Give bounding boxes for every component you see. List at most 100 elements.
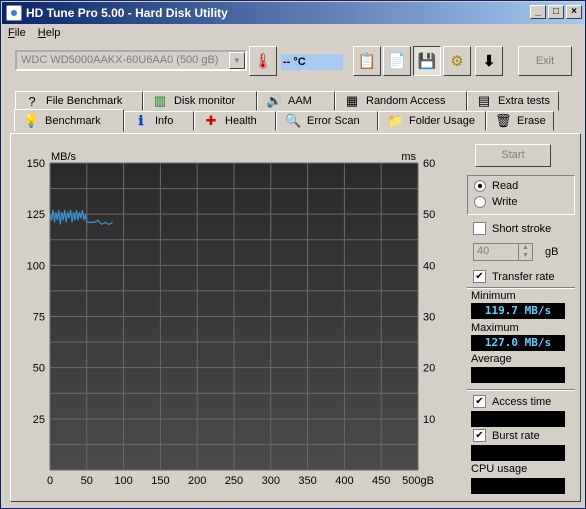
average-label: Average <box>471 353 512 365</box>
write-radio[interactable]: Write <box>474 196 517 208</box>
temperature-readout: -- °C <box>281 54 343 70</box>
maximize-button[interactable]: □ <box>548 5 564 19</box>
tab-label: Extra tests <box>498 95 550 107</box>
tab-row-bottom: 💡 Benchmark ℹ Info ✚ Health 🔍 Error Scan… <box>14 109 554 132</box>
info-icon: ℹ <box>138 113 144 128</box>
y-tick-label: 100 <box>27 260 45 272</box>
disk-monitor-icon: ▥ <box>153 93 167 108</box>
tab-file-benchmark[interactable]: ? File Benchmark <box>15 91 143 111</box>
mode-group: Read Write <box>467 175 575 215</box>
save-button[interactable]: 💾 <box>413 46 441 76</box>
close-button[interactable]: × <box>566 5 582 19</box>
access-time-label: Access time <box>492 395 552 408</box>
window-title: HD Tune Pro 5.00 - Hard Disk Utility <box>26 6 228 20</box>
toolbar: WDC WD5000AAKX-60U6AA0 (500 gB) ▼ 🌡 -- °… <box>9 46 577 78</box>
checkbox-box <box>473 222 486 235</box>
copy-info-button[interactable]: 📋 <box>353 46 381 76</box>
access-time-value <box>471 411 565 427</box>
tab-label: AAM <box>288 95 312 107</box>
transfer-rate-label: Transfer rate <box>492 270 555 283</box>
short-stroke-checkbox[interactable]: Short stroke <box>473 222 551 235</box>
trash-icon: 🗑 <box>495 113 512 128</box>
file-benchmark-icon: ? <box>28 93 36 109</box>
maximum-value: 127.0 MB/s <box>471 335 565 351</box>
floppy-disk-icon: 💾 <box>417 53 437 70</box>
radio-indicator <box>474 180 486 192</box>
y2-tick-label: 50 <box>423 209 435 221</box>
app-icon <box>6 5 22 21</box>
tab-label: Health <box>225 115 257 127</box>
x-tick-label: 300 <box>262 475 280 487</box>
y-tick-label: 75 <box>33 312 45 324</box>
stroke-unit-label: gB <box>545 246 559 258</box>
tab-info[interactable]: ℹ Info <box>124 111 194 131</box>
lightbulb-icon: 💡 <box>23 112 40 128</box>
temperature-button[interactable]: 🌡 <box>249 46 277 76</box>
tab-error-scan[interactable]: 🔍 Error Scan <box>276 111 378 131</box>
copy-screenshot-button[interactable]: 📄 <box>383 46 411 76</box>
checkmark-icon: ✔ <box>473 429 486 442</box>
magnifier-icon: 🔍 <box>285 113 302 128</box>
benchmark-controls: Start Read Write Short stroke 40 ▲ ▼ gB ✔… <box>467 141 575 497</box>
burst-rate-label: Burst rate <box>492 429 540 442</box>
stepper-arrows-icon[interactable]: ▲ ▼ <box>518 244 532 260</box>
start-button[interactable]: Start <box>475 144 551 167</box>
tab-benchmark[interactable]: 💡 Benchmark <box>14 109 124 132</box>
transfer-rate-checkbox[interactable]: ✔ Transfer rate <box>473 270 555 283</box>
x-tick-label: 150 <box>151 475 169 487</box>
menu-bar: File Help <box>2 24 584 42</box>
health-cross-icon: ✚ <box>205 113 217 128</box>
read-radio[interactable]: Read <box>474 180 518 192</box>
burst-rate-checkbox[interactable]: ✔ Burst rate <box>473 429 540 442</box>
average-value <box>471 367 565 383</box>
tab-row-top: ? File Benchmark ▥ Disk monitor 🔊 AAM ▦ … <box>15 91 559 111</box>
tab-health[interactable]: ✚ Health <box>194 111 276 131</box>
x-tick-label: 400 <box>335 475 353 487</box>
maximum-label: Maximum <box>471 322 519 334</box>
stroke-size-stepper[interactable]: 40 ▲ ▼ <box>473 243 533 261</box>
tab-erase[interactable]: 🗑 Erase <box>486 111 554 131</box>
options-button[interactable]: ⚙ <box>443 46 471 76</box>
checkmark-icon: ✔ <box>473 270 486 283</box>
drive-select-value: WDC WD5000AAKX-60U6AA0 (500 gB) <box>21 54 219 66</box>
minimum-value: 119.7 MB/s <box>471 303 565 319</box>
download-button[interactable]: ⬇ <box>475 46 503 76</box>
chevron-down-icon[interactable]: ▼ <box>229 52 245 69</box>
divider <box>467 287 575 289</box>
tab-random-access[interactable]: ▦ Random Access <box>335 91 467 111</box>
y2-tick-label: 30 <box>423 312 435 324</box>
app-window: HD Tune Pro 5.00 - Hard Disk Utility _ □… <box>0 0 586 509</box>
x-tick-label: 500gB <box>402 475 434 487</box>
y-tick-label: 25 <box>33 414 45 426</box>
benchmark-chart: 0 50 100 150 200 250 300 350 400 450 500gB 25 50 75 10… <box>27 151 436 487</box>
divider <box>467 389 575 391</box>
y2-tick-label: 40 <box>423 260 435 272</box>
cpu-usage-label: CPU usage <box>471 463 528 475</box>
x-tick-label: 200 <box>188 475 206 487</box>
options-icon: ⚙ <box>450 53 464 70</box>
tab-disk-monitor[interactable]: ▥ Disk monitor <box>143 91 257 111</box>
menu-help[interactable]: Help <box>32 27 67 39</box>
tab-label: Disk monitor <box>174 95 236 107</box>
tab-aam[interactable]: 🔊 AAM <box>257 91 335 111</box>
speaker-icon: 🔊 <box>266 93 283 108</box>
y2-tick-label: 10 <box>423 414 435 426</box>
radio-indicator <box>474 196 486 208</box>
tab-folder-usage[interactable]: 📁 Folder Usage <box>378 111 486 131</box>
clipboard-icon: 📄 <box>387 53 407 70</box>
tab-label: Erase <box>517 115 546 127</box>
tab-extra-tests[interactable]: ▤ Extra tests <box>467 91 559 111</box>
y2-tick-label: 20 <box>423 363 435 375</box>
menu-file[interactable]: File <box>2 27 32 39</box>
x-tick-label: 100 <box>114 475 132 487</box>
access-time-checkbox[interactable]: ✔ Access time <box>473 395 551 408</box>
drive-select[interactable]: WDC WD5000AAKX-60U6AA0 (500 gB) ▼ <box>15 50 247 71</box>
copy-icon: 📋 <box>357 53 377 70</box>
minimum-label: Minimum <box>471 290 516 302</box>
minimize-button[interactable]: _ <box>530 5 546 19</box>
cpu-usage-value <box>471 478 565 494</box>
exit-button[interactable]: Exit <box>518 46 572 76</box>
y2-axis-label: ms <box>401 151 416 163</box>
title-bar[interactable]: HD Tune Pro 5.00 - Hard Disk Utility _ □… <box>2 2 584 24</box>
folder-icon: 📁 <box>387 113 404 128</box>
